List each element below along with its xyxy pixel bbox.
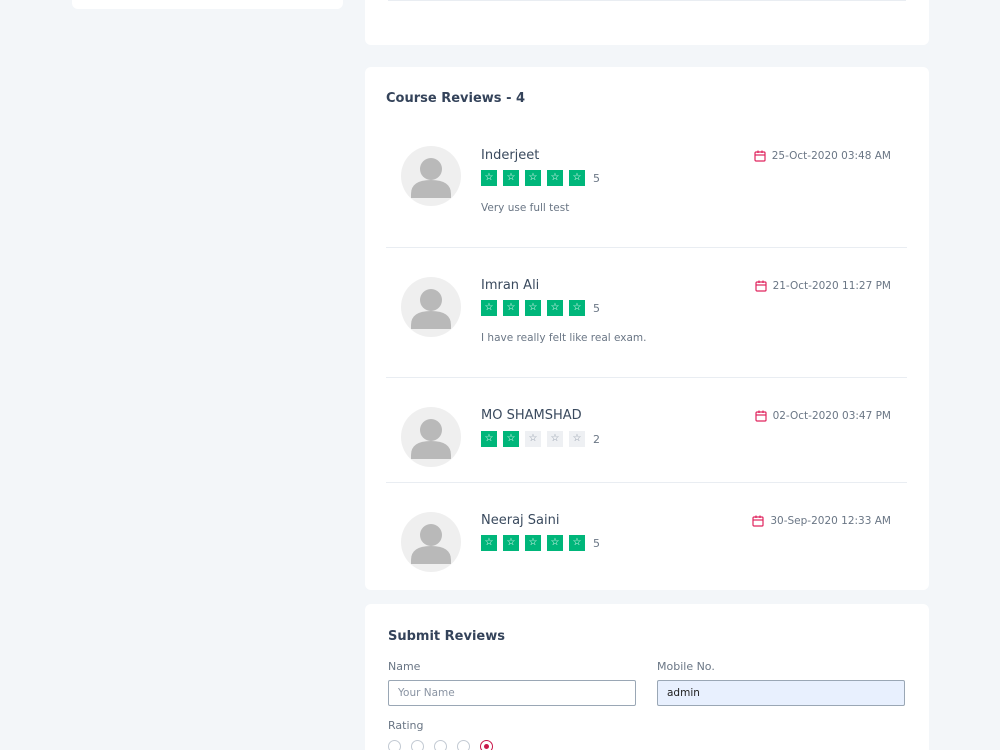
star-icon: ☆ [481, 170, 497, 186]
star-icon: ☆ [503, 300, 519, 316]
rating-radio-4[interactable] [457, 740, 470, 750]
previous-section-card [365, 0, 929, 45]
star-icon: ☆ [547, 170, 563, 186]
rating-radio-2[interactable] [411, 740, 424, 750]
star-icon: ☆ [569, 300, 585, 316]
star-icon: ☆ [547, 535, 563, 551]
review-date-text: 30-Sep-2020 12:33 AM [770, 515, 891, 527]
course-reviews-card: Course Reviews - 4 Inderjeet 25-Oct-2020… [365, 67, 929, 590]
user-avatar-icon [401, 512, 461, 572]
star-icon: ☆ [525, 431, 541, 447]
mobile-input[interactable] [657, 680, 905, 706]
rating-radio-3[interactable] [434, 740, 447, 750]
star-icon: ☆ [503, 431, 519, 447]
submit-reviews-title: Submit Reviews [388, 629, 505, 644]
calendar-icon [752, 515, 764, 527]
reviewer-name: Inderjeet [481, 148, 540, 163]
rating-value: 2 [593, 432, 600, 446]
star-icon: ☆ [481, 300, 497, 316]
star-rating: ☆ ☆ ☆ ☆ ☆ 5 [481, 170, 600, 186]
star-icon: ☆ [569, 170, 585, 186]
review-date-text: 02-Oct-2020 03:47 PM [772, 410, 891, 422]
review-text: Very use full test [481, 202, 570, 214]
star-icon: ☆ [525, 300, 541, 316]
star-icon: ☆ [503, 535, 519, 551]
review-text: I have really felt like real exam. [481, 332, 647, 344]
calendar-icon [754, 280, 767, 292]
star-icon: ☆ [481, 431, 497, 447]
review-item: Neeraj Saini 30-Sep-2020 12:33 AM ☆ ☆ ☆ ☆ ☆ 5 [386, 483, 907, 583]
star-icon: ☆ [569, 431, 585, 447]
reviewer-name: Imran Ali [481, 278, 540, 293]
reviews-title: Course Reviews - 4 [386, 91, 526, 106]
review-date-text: 21-Oct-2020 11:27 PM [772, 280, 891, 292]
rating-radio-group [388, 740, 493, 750]
review-item: Inderjeet 25-Oct-2020 03:48 AM ☆ ☆ ☆ ☆ ☆ 5 Ve… [386, 130, 907, 248]
star-icon: ☆ [547, 300, 563, 316]
reviewer-name: Neeraj Saini [481, 513, 560, 528]
user-avatar-icon [401, 277, 461, 337]
review-date: 02-Oct-2020 03:47 PM [754, 410, 891, 422]
calendar-icon [754, 410, 767, 422]
review-date: 30-Sep-2020 12:33 AM [752, 515, 891, 527]
name-label: Name [388, 660, 421, 673]
star-icon: ☆ [503, 170, 519, 186]
star-icon: ☆ [525, 535, 541, 551]
review-date: 21-Oct-2020 11:27 PM [754, 280, 891, 292]
calendar-icon [754, 150, 766, 162]
rating-radio-5[interactable] [480, 740, 493, 750]
reviewer-name: MO SHAMSHAD [481, 408, 582, 423]
user-avatar-icon [401, 146, 461, 206]
star-rating: ☆ ☆ ☆ ☆ ☆ 5 [481, 300, 600, 316]
sidebar-card [72, 0, 343, 9]
star-icon: ☆ [569, 535, 585, 551]
review-date-text: 25-Oct-2020 03:48 AM [771, 150, 891, 162]
user-avatar-icon [401, 407, 461, 467]
rating-value: 5 [593, 536, 600, 550]
review-date: 25-Oct-2020 03:48 AM [754, 150, 891, 162]
mobile-label: Mobile No. [657, 660, 715, 673]
star-icon: ☆ [525, 170, 541, 186]
star-icon: ☆ [481, 535, 497, 551]
review-item: Imran Ali 21-Oct-2020 11:27 PM ☆ ☆ ☆ ☆ ☆ 5 I … [386, 248, 907, 378]
divider [388, 0, 906, 1]
rating-value: 5 [593, 171, 600, 185]
star-rating: ☆ ☆ ☆ ☆ ☆ 5 [481, 535, 600, 551]
rating-radio-1[interactable] [388, 740, 401, 750]
name-input[interactable] [388, 680, 636, 706]
rating-label: Rating [388, 719, 424, 732]
submit-reviews-card: Submit Reviews Name Mobile No. Rating [365, 604, 929, 750]
star-rating: ☆ ☆ ☆ ☆ ☆ 2 [481, 431, 600, 447]
review-item: MO SHAMSHAD 02-Oct-2020 03:47 PM ☆ ☆ ☆ ☆ ☆ 2 [386, 378, 907, 483]
rating-value: 5 [593, 301, 600, 315]
star-icon: ☆ [547, 431, 563, 447]
